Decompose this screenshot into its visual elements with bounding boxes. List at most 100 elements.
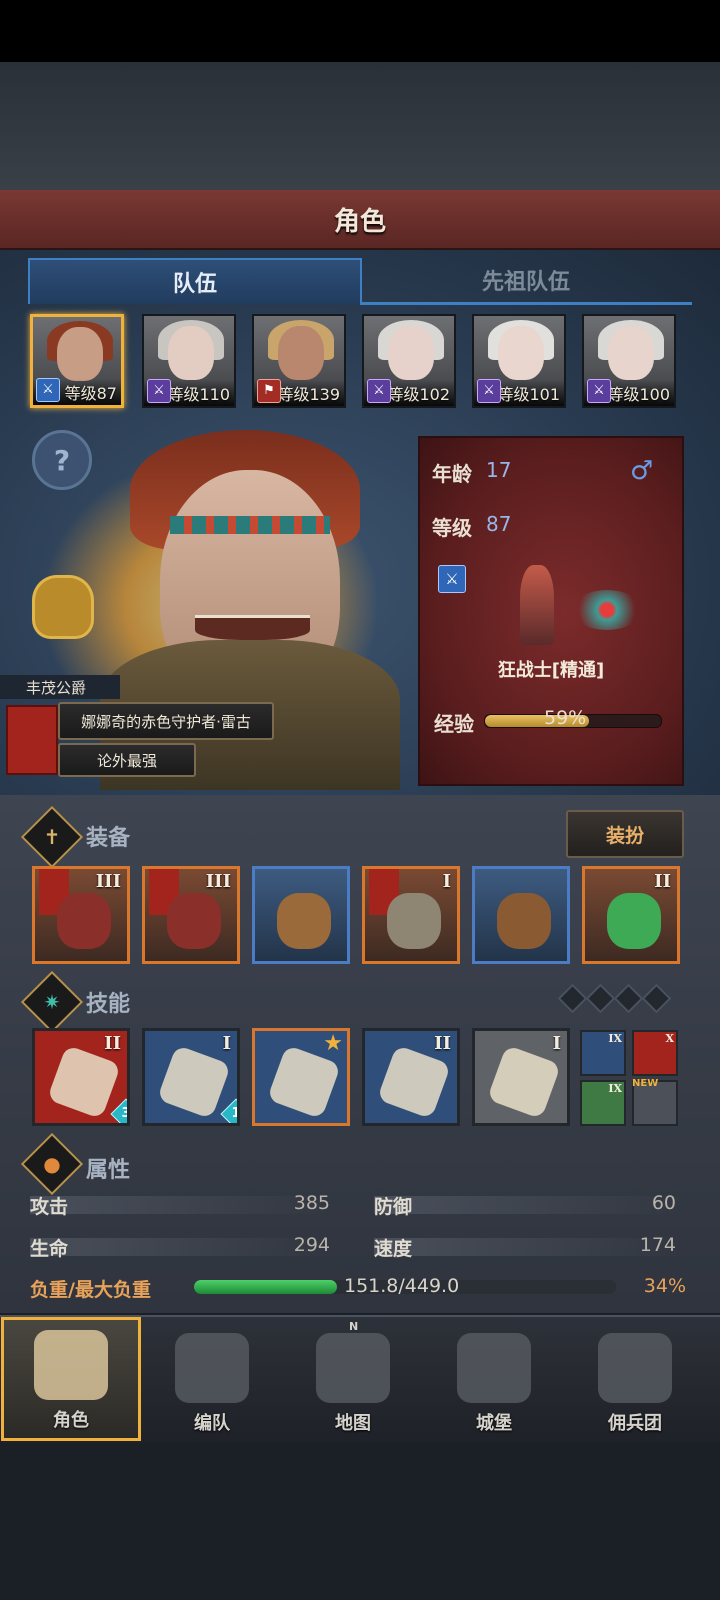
nav-icon bbox=[457, 1333, 531, 1403]
equipment-item-icon bbox=[607, 893, 661, 949]
star-icon: ★ bbox=[323, 1031, 343, 1056]
equipment-slot[interactable] bbox=[252, 866, 350, 964]
skill-slot[interactable]: II 3 bbox=[32, 1028, 130, 1126]
hero-title-main[interactable]: 娜娜奇的赤色守护者·雷古 bbox=[58, 702, 274, 740]
skill-icon bbox=[486, 1044, 562, 1120]
skill-icon bbox=[156, 1044, 232, 1120]
nav-label: 佣兵团 bbox=[608, 1413, 662, 1434]
team-member-portrait[interactable]: 等级101 ⚔ bbox=[472, 314, 566, 408]
noble-title-label: 丰茂公爵 bbox=[26, 678, 87, 697]
tab-team[interactable]: 队伍 bbox=[28, 258, 362, 304]
equipment-item-icon bbox=[387, 893, 441, 949]
team-member-portrait[interactable]: 等级102 ⚔ bbox=[362, 314, 456, 408]
defense-label: 防御 bbox=[374, 1196, 413, 1218]
passive-skill-slot[interactable]: IX bbox=[580, 1080, 626, 1126]
class-weapon bbox=[572, 590, 642, 630]
attributes-title: 属性 bbox=[86, 1158, 131, 1183]
load-value: 151.8/449.0 bbox=[344, 1275, 460, 1297]
portrait-face bbox=[168, 326, 214, 380]
nav-item[interactable]: 佣兵团 bbox=[565, 1317, 705, 1441]
equipment-item-icon bbox=[497, 893, 551, 949]
equipment-tier: III bbox=[95, 871, 121, 892]
equipment-tier: II bbox=[654, 871, 671, 892]
equipment-slot[interactable] bbox=[472, 866, 570, 964]
hero-title-sub[interactable]: 论外最强 bbox=[58, 743, 196, 777]
skill-tier: IX bbox=[608, 1032, 622, 1045]
bottom-blank-area bbox=[0, 1443, 720, 1600]
equipment-title: 装备 bbox=[86, 826, 131, 851]
equipment-slot[interactable]: III bbox=[142, 866, 240, 964]
passive-skill-slot[interactable]: X bbox=[632, 1030, 678, 1076]
load-label: 负重/最大负重 bbox=[30, 1279, 151, 1301]
level-value: 87 bbox=[486, 512, 512, 536]
skill-slot[interactable]: I1 bbox=[142, 1028, 240, 1126]
team-member-portrait[interactable]: 等级110 ⚔ bbox=[142, 314, 236, 408]
equipment-slot[interactable]: II bbox=[582, 866, 680, 964]
portrait-face bbox=[57, 327, 103, 381]
skill-slot[interactable]: II bbox=[362, 1028, 460, 1126]
nav-label: 地图 bbox=[335, 1413, 371, 1434]
hp-label: 生命 bbox=[30, 1238, 69, 1260]
page-title: 角色 bbox=[333, 206, 386, 237]
team-member-portrait[interactable]: 等级87 ⚔ bbox=[30, 314, 124, 408]
title-banner-icon bbox=[6, 705, 58, 775]
skill-slot[interactable]: I bbox=[472, 1028, 570, 1126]
level-label: 等级 bbox=[432, 516, 472, 540]
dress-up-button[interactable]: 装扮 bbox=[566, 810, 684, 858]
skill-tier: II bbox=[434, 1033, 451, 1054]
nav-item[interactable]: 地图 bbox=[283, 1317, 423, 1441]
potion-button[interactable] bbox=[32, 575, 94, 639]
question-icon: ? bbox=[53, 443, 71, 477]
help-button[interactable]: ? bbox=[32, 430, 92, 490]
nav-label: 编队 bbox=[194, 1413, 230, 1434]
skill-rank-value: 1 bbox=[231, 1106, 240, 1121]
equipment-tier: I bbox=[442, 871, 451, 892]
nav-item[interactable]: 角色 bbox=[1, 1317, 141, 1441]
class-icon: ⚔ bbox=[367, 379, 391, 403]
equipment-item-icon bbox=[57, 893, 111, 949]
skill-tier: X bbox=[665, 1032, 674, 1045]
class-icon: ⚔ bbox=[477, 379, 501, 403]
class-icon: ⚑ bbox=[257, 379, 281, 403]
class-icon: ⚔ bbox=[587, 379, 611, 403]
equipment-slot[interactable]: III bbox=[32, 866, 130, 964]
nav-label: 城堡 bbox=[476, 1413, 512, 1434]
equipment-slot[interactable]: I bbox=[362, 866, 460, 964]
nav-icon bbox=[34, 1330, 108, 1400]
skills-title: 技能 bbox=[86, 992, 131, 1017]
hp-value: 294 bbox=[293, 1234, 330, 1256]
portrait-face bbox=[498, 326, 544, 380]
class-illustration bbox=[500, 560, 650, 660]
noble-title-tag[interactable]: 丰茂公爵 bbox=[0, 675, 120, 699]
hero-title-main-label: 娜娜奇的赤色守护者·雷古 bbox=[81, 712, 251, 731]
skill-icon bbox=[376, 1044, 452, 1120]
nav-icon bbox=[316, 1333, 390, 1403]
team-tabs: 队伍 先祖队伍 bbox=[28, 258, 692, 305]
class-figure bbox=[520, 565, 554, 645]
tab-ancestor-team[interactable]: 先祖队伍 bbox=[360, 258, 692, 305]
new-badge: NEW bbox=[632, 1078, 659, 1089]
speed-label: 速度 bbox=[374, 1238, 413, 1260]
team-member-portrait[interactable]: 等级100 ⚔ bbox=[582, 314, 676, 408]
attack-label: 攻击 bbox=[30, 1196, 69, 1218]
nav-item[interactable]: 编队 bbox=[142, 1317, 282, 1441]
speed-value: 174 bbox=[639, 1234, 676, 1256]
age-label: 年龄 bbox=[432, 462, 472, 486]
nav-item[interactable]: 城堡 bbox=[424, 1317, 564, 1441]
skill-rank-value: 3 bbox=[121, 1106, 130, 1121]
skill-slot[interactable]: ★ bbox=[252, 1028, 350, 1126]
skill-icon bbox=[46, 1044, 122, 1120]
hero-mouth bbox=[195, 615, 310, 640]
load-bar-fill bbox=[194, 1280, 338, 1294]
load-percent: 34% bbox=[643, 1275, 686, 1297]
skill-tier: I bbox=[222, 1033, 231, 1054]
defense-value: 60 bbox=[651, 1192, 676, 1214]
sword-icon: ⚔ bbox=[438, 565, 466, 593]
class-name: 狂战士[精通] bbox=[497, 660, 605, 681]
passive-skill-slot[interactable]: IX bbox=[580, 1030, 626, 1076]
team-member-portrait[interactable]: 等级139 ⚑ bbox=[252, 314, 346, 408]
equipment-tier: III bbox=[205, 871, 231, 892]
skill-rank-badge: 3 bbox=[110, 1098, 130, 1123]
portrait-face bbox=[388, 326, 434, 380]
skill-tier: II bbox=[104, 1033, 121, 1054]
